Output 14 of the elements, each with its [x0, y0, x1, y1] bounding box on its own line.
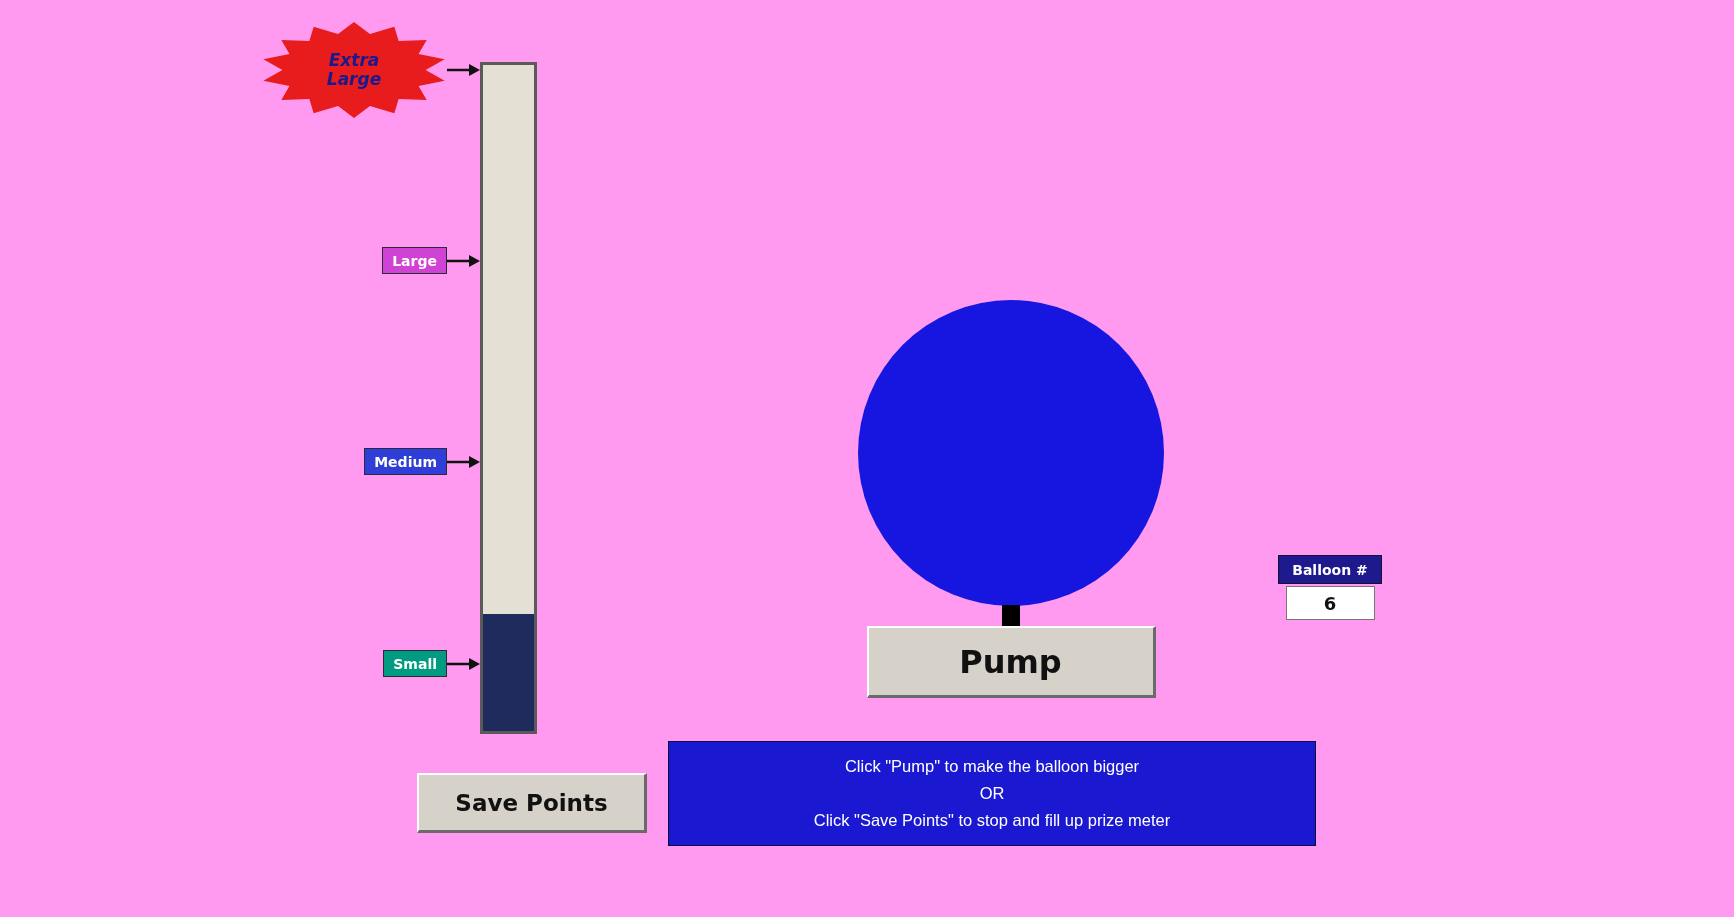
save-points-button[interactable]: Save Points: [417, 773, 647, 833]
balloon-number-display: 6: [1285, 586, 1375, 620]
size-tag: Small: [383, 650, 447, 677]
arrow-icon: [447, 64, 480, 76]
arrow-icon: [447, 254, 480, 267]
instruction-text: Click "Pump" to make the balloon bigger: [844, 756, 1140, 777]
balloon-counter-label: Balloon #: [1278, 555, 1382, 584]
instruction-text: OR: [979, 783, 1005, 804]
pump-button[interactable]: Pump: [866, 626, 1156, 698]
size-tag: Large: [382, 247, 447, 274]
instruction-text: Click "Save Points" to stop and fill up prize meter: [813, 810, 1171, 831]
arrow-icon: [447, 455, 480, 468]
arrow-icon: [447, 657, 480, 670]
size-tag: Medium: [364, 448, 447, 475]
